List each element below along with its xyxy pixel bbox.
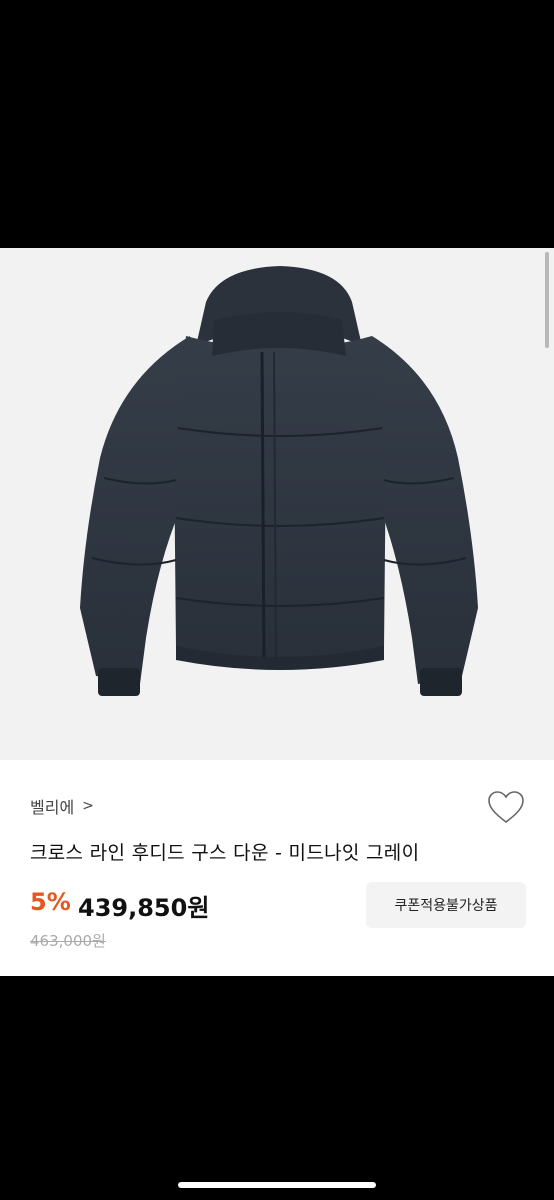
top-black-area: [0, 0, 554, 248]
bottom-black-area: [0, 976, 554, 1200]
home-indicator[interactable]: [178, 1182, 376, 1188]
discount-rate: 5%: [30, 888, 71, 916]
original-price: 463,000원: [30, 932, 106, 950]
chevron-right-icon: >: [82, 798, 94, 814]
product-image[interactable]: [0, 248, 554, 760]
product-title: 크로스 라인 후디드 구스 다운 - 미드나잇 그레이: [30, 842, 420, 864]
product-card: 벨리에 > 크로스 라인 후디드 구스 다운 - 미드나잇 그레이 5% 439…: [0, 248, 554, 976]
product-info: 벨리에 > 크로스 라인 후디드 구스 다운 - 미드나잇 그레이 5% 439…: [0, 760, 554, 976]
coupon-unavailable-badge: 쿠폰적용불가상품: [366, 882, 526, 928]
brand-link[interactable]: 벨리에 >: [30, 794, 94, 818]
down-jacket-image: [80, 266, 478, 696]
heart-outline-icon[interactable]: [486, 788, 526, 828]
brand-name: 벨리에: [30, 798, 75, 817]
sale-price: 439,850원: [78, 894, 210, 922]
